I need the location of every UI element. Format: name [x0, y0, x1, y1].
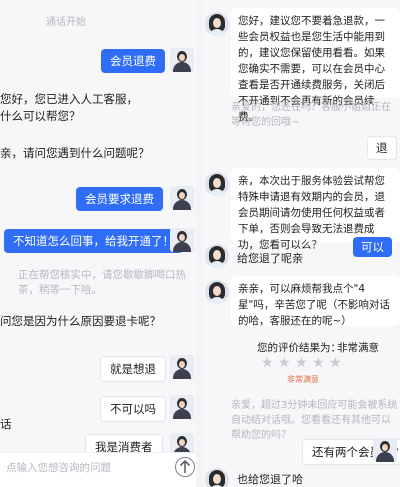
user-avatar-icon — [170, 228, 194, 252]
user-message: 会员退费 — [101, 49, 165, 73]
agent-avatar-icon — [205, 12, 229, 36]
rating-caption: 非常满意 — [287, 375, 319, 384]
user-message: 就是想退 — [100, 356, 166, 382]
system-note-idle: 亲爱的，您还在吗？客服小姐姐正在等待您的回哦~ — [231, 102, 391, 128]
rating-star-icon[interactable]: ★ — [312, 355, 325, 371]
rating-star-icon[interactable]: ★ — [295, 355, 308, 371]
user-avatar-icon — [170, 355, 194, 379]
user-avatar-icon — [170, 48, 194, 72]
agent-checking-line1: 正在帮您核实中，请您歇歇脚喝口热 — [18, 269, 186, 281]
chat-input-placeholder[interactable]: 点输入您想咨询的问题 — [6, 461, 111, 475]
user-avatar-icon — [170, 395, 194, 419]
system-note-timeout: 亲爱，超过3分钟未回应可能会被系统自动结对话哦。您看看还有其他可以帮助您的吗？ — [231, 400, 398, 441]
user-avatar-icon — [373, 438, 397, 462]
rating-value: 非常满意 — [337, 342, 379, 354]
agent-avatar-icon — [205, 172, 229, 196]
agent-question-reason: 问您是因为什么原因要退卡呢？ — [0, 314, 161, 328]
user-avatar-icon — [170, 186, 194, 210]
agent-message-panel: 亲亲，可以麻烦帮我点个"4星"吗，辛苦您了呢（不影响对话的哈，客服还在的呢~） — [231, 276, 400, 327]
agent-avatar-icon — [205, 280, 229, 304]
session-start-label: 通话开始 — [46, 17, 86, 28]
rating-star-icon[interactable]: ★ — [329, 355, 342, 371]
agent-refunded-message: 给您退了呢亲 — [237, 252, 303, 265]
agent-question-problem: 亲，请问您遇到什么问题呢？ — [0, 146, 150, 160]
left-chat-screenshot: 通话开始 会员退费 您好，您已进入人工客服， 什么可以帮您？ 亲，请问您遇到什么… — [0, 0, 196, 487]
agent-avatar-icon — [205, 468, 229, 487]
user-message: 会员要求退费 — [76, 187, 163, 211]
agent-checking-line2: 茶，稍等一下哈。 — [18, 284, 102, 296]
user-message: 可以 — [353, 237, 392, 257]
agent-message-panel: 亲，本次出于服务体验尝试帮您特殊申请退有效期内的会员，退会员期间请勿使用任何权益… — [231, 168, 400, 251]
user-message: 不可以吗 — [100, 396, 166, 422]
right-chat-screenshot: 您好，建议您不要着急退款，一些会员权益也是您生活中能用到的，建议您保留使用看看。… — [203, 0, 400, 487]
rating-star-icon[interactable]: ★ — [261, 355, 274, 371]
agent-also-refunded-message: 也给您退了哈 — [237, 473, 303, 486]
rating-star-icon[interactable]: ★ — [278, 355, 291, 371]
user-message: 不知道怎么回事，给我开通了！ — [4, 229, 183, 253]
user-message: 退 — [367, 136, 397, 160]
send-button[interactable] — [175, 457, 195, 477]
agent-message-panel: 您好，建议您不要着急退款，一些会员权益也是您生活中能用到的，建议您保留使用看看。… — [231, 8, 400, 123]
agent-avatar-icon — [205, 244, 229, 268]
agent-intro-line1: 您好，您已进入人工客服， — [0, 92, 138, 106]
up-arrow-icon — [179, 460, 191, 473]
agent-fragment: 话 — [0, 417, 12, 431]
agent-intro-line2: 什么可以帮您？ — [0, 109, 81, 123]
